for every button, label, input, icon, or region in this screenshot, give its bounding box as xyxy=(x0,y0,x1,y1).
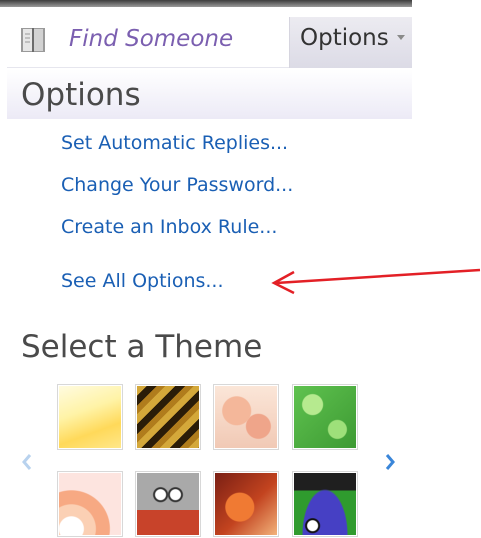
theme-thumbnail-floral[interactable] xyxy=(213,384,279,450)
leafy-theme-thumbnail-icon xyxy=(294,386,356,448)
robot-theme-thumbnail-icon xyxy=(137,473,199,535)
sunny-theme-thumbnail-icon xyxy=(59,386,121,448)
theme-thumbnail-sunburst[interactable] xyxy=(57,471,123,537)
change-password-link[interactable]: Change Your Password... xyxy=(61,174,293,196)
chevron-right-icon[interactable] xyxy=(383,452,397,472)
options-heading: Options xyxy=(21,77,141,113)
theme-thumbnail-leafy[interactable] xyxy=(292,384,358,450)
set-automatic-replies-link[interactable]: Set Automatic Replies... xyxy=(61,132,288,154)
see-all-options-link[interactable]: See All Options... xyxy=(61,270,224,292)
select-theme-heading: Select a Theme xyxy=(21,329,263,365)
chevron-left-icon[interactable] xyxy=(20,452,34,472)
monster-theme-thumbnail-icon xyxy=(294,473,356,535)
annotation-arrow-icon xyxy=(271,268,481,295)
find-someone-label: Find Someone xyxy=(69,26,234,52)
sunburst-theme-thumbnail-icon xyxy=(59,473,121,535)
theme-thumbnail-robot[interactable] xyxy=(135,471,201,537)
chevron-down-icon xyxy=(397,35,405,40)
header-bar: Find Someone Options xyxy=(7,17,412,68)
theme-thumbnail-monster[interactable] xyxy=(292,471,358,537)
tiger-theme-thumbnail-icon xyxy=(137,386,199,448)
theme-thumbnail-autumn[interactable] xyxy=(213,471,279,537)
address-book-icon xyxy=(21,28,45,52)
window-top-edge xyxy=(0,0,412,7)
options-tab-label: Options xyxy=(300,25,389,51)
theme-thumbnail-tiger[interactable] xyxy=(135,384,201,450)
floral-theme-thumbnail-icon xyxy=(215,386,277,448)
create-inbox-rule-link[interactable]: Create an Inbox Rule... xyxy=(61,216,277,238)
autumn-theme-thumbnail-icon xyxy=(215,473,277,535)
options-dropdown-button[interactable]: Options xyxy=(289,17,412,68)
theme-thumbnail-sunny[interactable] xyxy=(57,384,123,450)
find-someone-button[interactable]: Find Someone xyxy=(7,17,289,68)
